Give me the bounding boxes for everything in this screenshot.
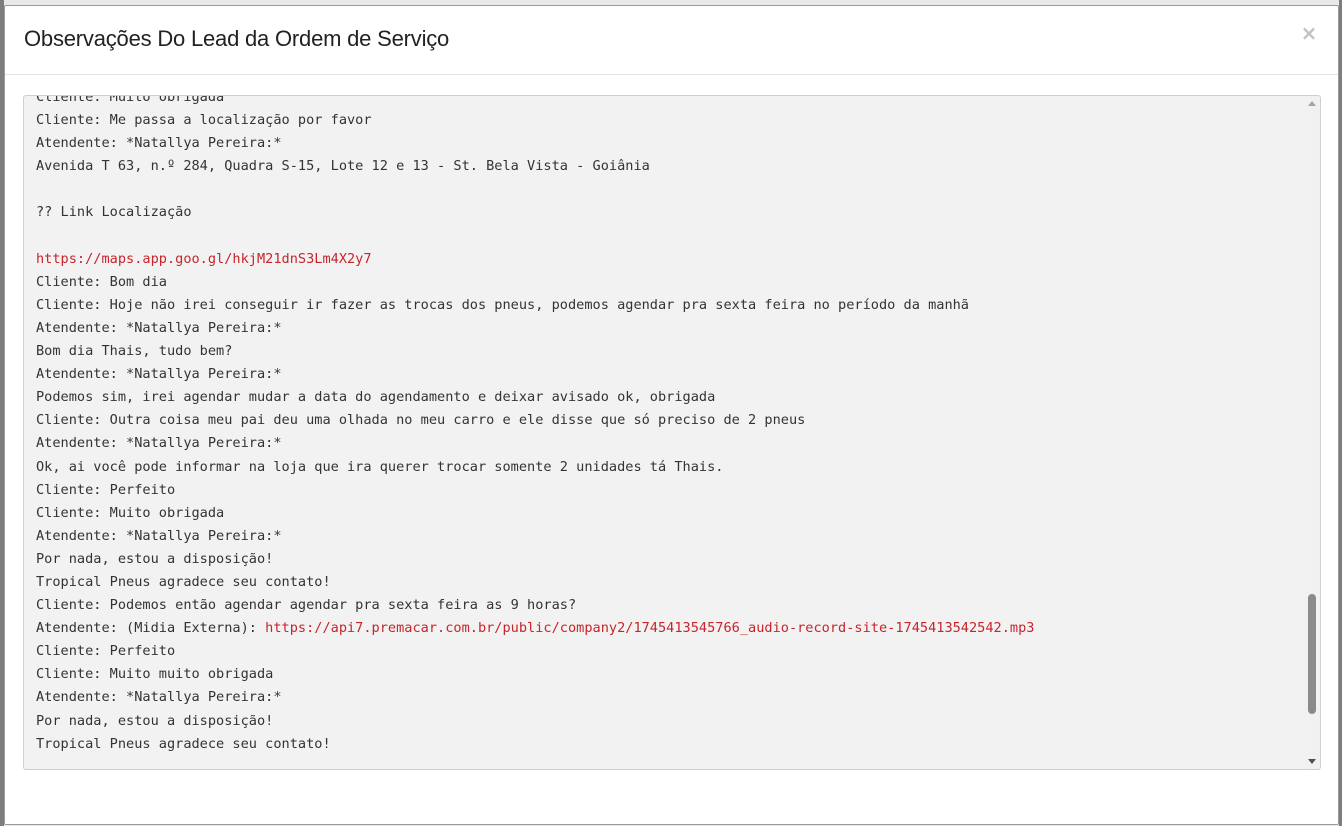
observation-line: Cliente: Outra coisa meu pai deu uma olh… xyxy=(36,409,1302,432)
observations-text: Cliente: Muito obrigada Cliente: Me passa… xyxy=(36,95,1302,756)
observation-line-text: Cliente: Muito muito obrigada xyxy=(36,666,274,683)
observation-line: Cliente: Podemos então agendar agendar p… xyxy=(36,594,1302,617)
observation-line-text: Cliente: Muito obrigada xyxy=(36,95,225,105)
observation-line: Por nada, estou a disposição! xyxy=(36,710,1302,733)
chevron-up-icon[interactable] xyxy=(1308,101,1316,106)
observation-line-text: Por nada, estou a disposição! xyxy=(36,550,274,567)
observation-line: Cliente: Bom dia xyxy=(36,271,1302,294)
observation-line-text: Tropical Pneus agradece seu contato! xyxy=(36,573,331,590)
observation-line: Atendente: *Natallya Pereira:* xyxy=(36,525,1302,548)
observations-modal: Observações Do Lead da Ordem de Serviço … xyxy=(4,5,1339,825)
observation-line-text: Atendente: *Natallya Pereira:* xyxy=(36,689,282,706)
chevron-down-icon[interactable] xyxy=(1308,759,1316,764)
observations-textarea[interactable]: Cliente: Muito obrigada Cliente: Me passa… xyxy=(23,95,1321,770)
observation-line-text: Bom dia Thais, tudo bem? xyxy=(36,343,233,360)
observation-line: Atendente: *Natallya Pereira:* xyxy=(36,132,1302,155)
observation-line-text: Atendente: (Midia Externa): xyxy=(36,620,266,637)
observation-line-text: Atendente: *Natallya Pereira:* xyxy=(36,527,282,544)
observation-line: Atendente: (Midia Externa): https://api7… xyxy=(36,617,1302,640)
observation-line-text: Atendente: *Natallya Pereira:* xyxy=(36,319,282,336)
observation-line-text: Atendente: *Natallya Pereira:* xyxy=(36,135,282,152)
observation-line: Cliente: Perfeito xyxy=(36,640,1302,663)
observation-line-text: Ok, ai você pode informar na loja que ir… xyxy=(36,458,724,475)
modal-title: Observações Do Lead da Ordem de Serviço xyxy=(24,26,450,51)
observation-line-text: Cliente: Muito obrigada xyxy=(36,504,225,521)
close-icon[interactable]: × xyxy=(1299,22,1319,44)
observation-line-text: Atendente: *Natallya Pereira:* xyxy=(36,435,282,452)
observation-line: Tropical Pneus agradece seu contato! xyxy=(36,571,1302,594)
observation-line-text: ?? Link Localização xyxy=(36,204,192,221)
observation-line: Bom dia Thais, tudo bem? xyxy=(36,340,1302,363)
observation-line xyxy=(36,178,1302,201)
observation-line: Atendente: *Natallya Pereira:* xyxy=(36,686,1302,709)
observation-line-text: Cliente: Perfeito xyxy=(36,643,176,660)
observation-line xyxy=(36,225,1302,248)
observation-line: Avenida T 63, n.º 284, Quadra S-15, Lote… xyxy=(36,155,1302,178)
observation-line: ?? Link Localização xyxy=(36,201,1302,224)
observation-line: Tropical Pneus agradece seu contato! xyxy=(36,733,1302,756)
observation-line: Atendente: *Natallya Pereira:* xyxy=(36,363,1302,386)
observation-line-text: Atendente: *Natallya Pereira:* xyxy=(36,366,282,383)
observation-line: Podemos sim, irei agendar mudar a data d… xyxy=(36,386,1302,409)
observation-line-text: Cliente: Podemos então agendar agendar p… xyxy=(36,597,577,614)
observation-line-text: Por nada, estou a disposição! xyxy=(36,712,274,729)
observation-line: Atendente: *Natallya Pereira:* xyxy=(36,317,1302,340)
vertical-scrollbar[interactable] xyxy=(1305,96,1320,769)
observation-line: Cliente: Muito obrigada xyxy=(36,502,1302,525)
observation-line-text: Cliente: Hoje não irei conseguir ir faze… xyxy=(36,296,969,313)
observation-line: Cliente: Me passa a localização por favo… xyxy=(36,109,1302,132)
modal-header: Observações Do Lead da Ordem de Serviço … xyxy=(5,6,1338,75)
observation-line: https://maps.app.goo.gl/hkjM21dnS3Lm4X2y… xyxy=(36,248,1302,271)
scrollbar-thumb[interactable] xyxy=(1308,594,1316,714)
observation-line: Cliente: Perfeito xyxy=(36,479,1302,502)
observation-link[interactable]: https://api7.premacar.com.br/public/comp… xyxy=(265,620,1034,636)
observation-line-text: Cliente: Outra coisa meu pai deu uma olh… xyxy=(36,412,806,429)
observation-line-text: Cliente: Perfeito xyxy=(36,481,176,498)
observation-line: Cliente: Hoje não irei conseguir ir faze… xyxy=(36,294,1302,317)
observation-line-text: Tropical Pneus agradece seu contato! xyxy=(36,735,331,752)
observation-line: Cliente: Muito muito obrigada xyxy=(36,663,1302,686)
observation-line: Cliente: Muito obrigada xyxy=(36,95,1302,109)
observation-link[interactable]: https://maps.app.goo.gl/hkjM21dnS3Lm4X2y… xyxy=(36,251,372,267)
observation-line-text: Cliente: Bom dia xyxy=(36,273,167,290)
observation-line-text: Avenida T 63, n.º 284, Quadra S-15, Lote… xyxy=(36,158,650,175)
observation-line: Atendente: *Natallya Pereira:* xyxy=(36,432,1302,455)
observation-line-text: Podemos sim, irei agendar mudar a data d… xyxy=(36,389,716,406)
observation-line-text: Cliente: Me passa a localização por favo… xyxy=(36,112,372,129)
observation-line: Por nada, estou a disposição! xyxy=(36,548,1302,571)
observation-line: Ok, ai você pode informar na loja que ir… xyxy=(36,456,1302,479)
